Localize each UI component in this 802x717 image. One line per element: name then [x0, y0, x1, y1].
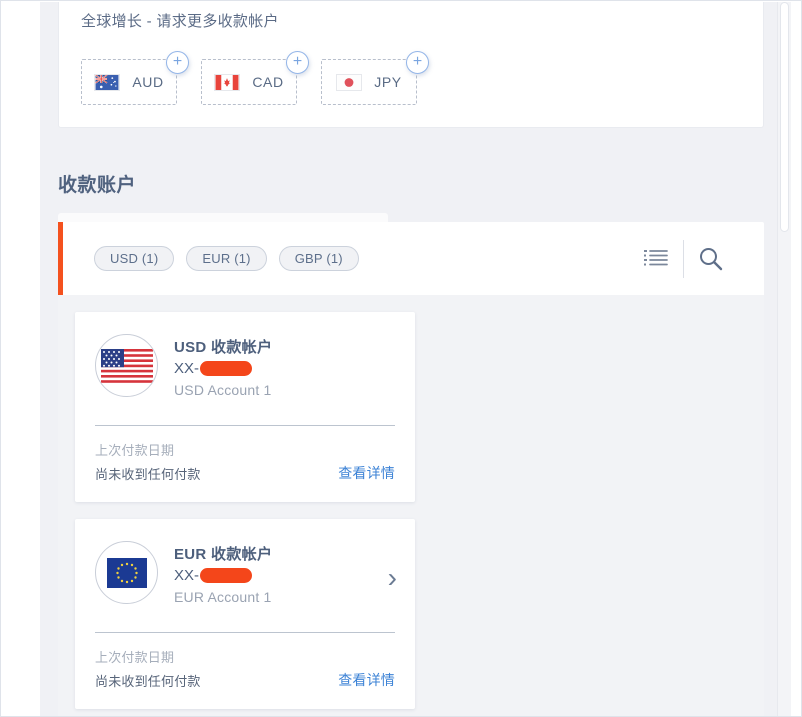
account-number: XX- — [174, 567, 395, 584]
account-title: USD 收款帐户 — [174, 339, 273, 356]
add-currency-icon[interactable]: + — [286, 51, 309, 74]
redaction-mark — [200, 361, 253, 376]
filter-chip-usd[interactable]: USD (1) — [94, 246, 175, 271]
currency-code-label: AUD — [132, 74, 164, 90]
page-canvas: 全球增长 - 请求更多收款帐户 AUD + CAD + JPY + 收款账户 U… — [7, 2, 791, 716]
redaction-mark — [200, 568, 253, 583]
screenshot-frame: 全球增长 - 请求更多收款帐户 AUD + CAD + JPY + 收款账户 U… — [0, 0, 802, 717]
search-icon[interactable] — [688, 239, 734, 279]
toolbar-divider — [683, 239, 684, 278]
account-card-header: USD 收款帐户 XX- USD Account 1 — [95, 334, 395, 398]
last-payment-block: 上次付款日期 尚未收到任何付款 — [95, 647, 201, 690]
avatar — [95, 334, 158, 397]
account-card-eur[interactable]: EUR 收款帐户 XX- EUR Account 1 › 上次付款日期 尚未收到… — [75, 519, 415, 709]
currency-chip-box[interactable]: CAD — [201, 59, 297, 105]
account-number-prefix: XX- — [174, 360, 200, 377]
global-growth-card: 全球增长 - 请求更多收款帐户 AUD + CAD + JPY + — [58, 2, 764, 128]
accounts-cards-area: USD 收款帐户 XX- USD Account 1 上次付款日期 尚未收到任何… — [63, 295, 764, 716]
last-payment-block: 上次付款日期 尚未收到任何付款 — [95, 440, 201, 483]
accounts-toolbar: USD (1) EUR (1) GBP (1) — [63, 222, 764, 295]
request-currency-row: AUD + CAD + JPY + — [81, 51, 741, 105]
filter-chip-gbp[interactable]: GBP (1) — [278, 246, 359, 271]
card-divider — [95, 632, 395, 633]
card-footer: 上次付款日期 尚未收到任何付款 查看详情 — [95, 647, 395, 690]
currency-code-label: CAD — [252, 74, 284, 90]
account-title: EUR 收款帐户 — [174, 546, 273, 563]
request-currency-jpy[interactable]: JPY + — [321, 51, 429, 105]
view-details-link[interactable]: 查看详情 — [338, 670, 395, 690]
flag-au-icon — [94, 73, 121, 91]
page-title: 收款账户 — [58, 175, 137, 196]
card-footer: 上次付款日期 尚未收到任何付款 查看详情 — [95, 440, 395, 483]
currency-code-label: JPY — [374, 74, 402, 90]
chevron-right-icon[interactable]: › — [388, 564, 397, 592]
left-rail — [7, 2, 40, 716]
request-currency-cad[interactable]: CAD + — [201, 51, 309, 105]
main-content: 全球增长 - 请求更多收款帐户 AUD + CAD + JPY + 收款账户 U… — [40, 2, 777, 716]
scrollbar-thumb[interactable] — [780, 2, 789, 232]
account-card-header: EUR 收款帐户 XX- EUR Account 1 — [95, 541, 395, 605]
account-alias: EUR Account 1 — [174, 589, 272, 605]
currency-chip-box[interactable]: AUD — [81, 59, 177, 105]
add-currency-icon[interactable]: + — [166, 51, 189, 74]
flag-ca-icon — [214, 73, 241, 91]
account-info: USD 收款帐户 XX- USD Account 1 — [174, 334, 395, 398]
filter-chip-eur[interactable]: EUR (1) — [186, 246, 267, 271]
currency-chip-box[interactable]: JPY — [321, 59, 417, 105]
last-payment-value: 尚未收到任何付款 — [95, 674, 201, 689]
account-number-prefix: XX- — [174, 567, 200, 584]
request-currency-aud[interactable]: AUD + — [81, 51, 189, 105]
view-details-link[interactable]: 查看详情 — [338, 463, 395, 483]
flag-jp-icon — [336, 73, 363, 91]
account-info: EUR 收款帐户 XX- EUR Account 1 — [174, 541, 395, 605]
global-growth-title: 全球增长 - 请求更多收款帐户 — [81, 13, 279, 30]
flag-us-icon — [100, 348, 153, 383]
account-card-usd[interactable]: USD 收款帐户 XX- USD Account 1 上次付款日期 尚未收到任何… — [75, 312, 415, 502]
accounts-grid: USD 收款帐户 XX- USD Account 1 上次付款日期 尚未收到任何… — [75, 312, 764, 716]
page-scrollbar[interactable] — [777, 2, 791, 716]
account-alias: USD Account 1 — [174, 382, 272, 398]
flag-eu-icon — [100, 555, 153, 590]
add-currency-icon[interactable]: + — [406, 51, 429, 74]
card-divider — [95, 425, 395, 426]
toolbar-actions — [633, 222, 764, 295]
currency-filter-chips: USD (1) EUR (1) GBP (1) — [94, 246, 633, 271]
last-payment-label: 上次付款日期 — [95, 443, 175, 458]
last-payment-value: 尚未收到任何付款 — [95, 467, 201, 482]
account-number: XX- — [174, 360, 395, 377]
avatar — [95, 541, 158, 604]
accounts-panel: USD (1) EUR (1) GBP (1) USD 收款帐户 XX- USD… — [58, 222, 764, 716]
list-view-icon[interactable] — [633, 239, 679, 279]
last-payment-label: 上次付款日期 — [95, 650, 175, 665]
